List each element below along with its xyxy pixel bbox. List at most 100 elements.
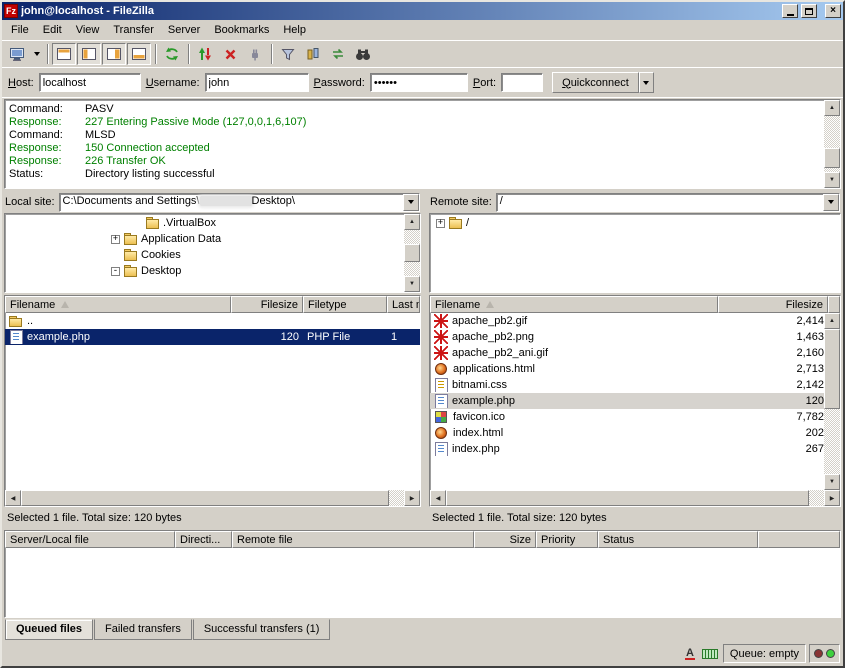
quickconnect-button[interactable]: Quickconnect xyxy=(552,72,639,93)
password-input[interactable] xyxy=(370,73,468,92)
tab-successful-transfers[interactable]: Successful transfers (1) xyxy=(193,619,331,640)
scrollbar-thumb[interactable] xyxy=(21,490,389,506)
directory-comparison-button[interactable] xyxy=(301,43,325,65)
scroll-down-button[interactable]: ▼ xyxy=(824,172,840,188)
tab-failed-transfers[interactable]: Failed transfers xyxy=(94,619,192,640)
expand-icon[interactable]: + xyxy=(111,235,120,244)
menu-transfer[interactable]: Transfer xyxy=(106,22,161,38)
remote-file-row[interactable]: favicon.ico 7,782 xyxy=(430,409,824,425)
folder-icon xyxy=(146,217,159,229)
remote-site-dropdown-button[interactable] xyxy=(823,194,839,211)
ico-file-icon xyxy=(435,411,447,423)
remote-file-row[interactable]: applications.html 2,713 xyxy=(430,361,824,377)
remote-list-scrollbar[interactable]: ▲ ▼ xyxy=(824,313,840,490)
scrollbar-track[interactable] xyxy=(824,116,840,172)
local-file-row-selected[interactable]: example.php 120 PHP File 1 xyxy=(5,329,420,345)
scroll-down-button[interactable]: ▼ xyxy=(824,474,840,490)
local-horizontal-scrollbar[interactable]: ◀ ▶ xyxy=(5,490,420,506)
scroll-right-button[interactable]: ▶ xyxy=(404,490,420,506)
disconnect-button[interactable] xyxy=(243,43,267,65)
tree-item[interactable]: Cookies xyxy=(5,247,404,263)
column-header-last-modified[interactable]: Last modified xyxy=(387,296,420,313)
scroll-down-button[interactable]: ▼ xyxy=(404,276,420,292)
toggle-message-log-button[interactable] xyxy=(52,43,76,65)
titlebar: Fz john@localhost - FileZilla × xyxy=(2,2,843,20)
queue-status-text: Queue: empty xyxy=(730,648,799,660)
username-input[interactable] xyxy=(205,73,309,92)
column-header-direction[interactable]: Directi... xyxy=(175,531,232,548)
scroll-left-icon: ◀ xyxy=(11,495,16,502)
menu-file[interactable]: File xyxy=(4,22,36,38)
menu-edit[interactable]: Edit xyxy=(36,22,69,38)
transfer-button[interactable] xyxy=(193,43,217,65)
keyboard-indicator xyxy=(700,645,720,663)
scrollbar-track[interactable] xyxy=(21,490,404,506)
remote-file-row[interactable]: apache_pb2.png 1,463 xyxy=(430,329,824,345)
scroll-up-button[interactable]: ▲ xyxy=(404,214,420,230)
port-input[interactable] xyxy=(501,73,543,92)
scroll-up-button[interactable]: ▲ xyxy=(824,100,840,116)
column-header-status[interactable]: Status xyxy=(598,531,758,548)
host-input[interactable] xyxy=(39,73,141,92)
tree-item[interactable]: +Application Data xyxy=(5,231,404,247)
column-header-remote-file[interactable]: Remote file xyxy=(232,531,474,548)
remote-file-row[interactable]: apache_pb2.gif 2,414 xyxy=(430,313,824,329)
log-scrollbar[interactable]: ▲ ▼ xyxy=(824,100,840,188)
scroll-left-button[interactable]: ◀ xyxy=(430,490,446,506)
toggle-remote-tree-button[interactable] xyxy=(102,43,126,65)
maximize-button[interactable] xyxy=(801,4,817,18)
local-site-combobox[interactable]: C:\Documents and Settings\Desktop\ xyxy=(59,193,420,212)
tree-item[interactable]: +/ xyxy=(430,215,840,231)
scrollbar-track[interactable] xyxy=(824,329,840,474)
scroll-up-button[interactable]: ▲ xyxy=(824,313,840,329)
quickconnect-dropdown-button[interactable] xyxy=(639,72,654,93)
filter-button[interactable] xyxy=(276,43,300,65)
log-lines: Command:PASV Response:227 Entering Passi… xyxy=(5,100,824,188)
scrollbar-track[interactable] xyxy=(446,490,824,506)
toggle-local-tree-button[interactable] xyxy=(77,43,101,65)
site-manager-dropdown-button[interactable] xyxy=(30,43,43,65)
menu-bookmarks[interactable]: Bookmarks xyxy=(207,22,276,38)
column-header-server-local-file[interactable]: Server/Local file xyxy=(5,531,175,548)
collapse-icon[interactable]: - xyxy=(111,267,120,276)
remote-file-row[interactable]: index.html 202 xyxy=(430,425,824,441)
menu-view[interactable]: View xyxy=(69,22,107,38)
minimize-button[interactable] xyxy=(782,4,798,18)
remote-site-combobox[interactable]: / xyxy=(496,193,840,212)
local-file-row[interactable]: .. xyxy=(5,313,420,329)
remote-file-row[interactable]: index.php 267 xyxy=(430,441,824,457)
scrollbar-thumb[interactable] xyxy=(446,490,809,506)
scrollbar-track[interactable] xyxy=(404,230,420,276)
remote-file-row[interactable]: bitnami.css 2,142 xyxy=(430,377,824,393)
scrollbar-thumb[interactable] xyxy=(824,329,840,409)
toggle-queue-button[interactable] xyxy=(127,43,151,65)
column-header-filesize[interactable]: Filesize xyxy=(231,296,303,313)
local-site-dropdown-button[interactable] xyxy=(403,194,419,211)
scrollbar-thumb[interactable] xyxy=(404,244,420,262)
column-header-filename[interactable]: Filename xyxy=(430,296,718,313)
local-tree-scrollbar[interactable]: ▲ ▼ xyxy=(404,214,420,292)
remote-file-row-selected[interactable]: example.php 120 xyxy=(430,393,824,409)
cancel-button[interactable] xyxy=(218,43,242,65)
refresh-button[interactable] xyxy=(160,43,184,65)
scroll-right-button[interactable]: ▶ xyxy=(824,490,840,506)
column-header-filename[interactable]: Filename xyxy=(5,296,231,313)
column-header-filetype[interactable]: Filetype xyxy=(303,296,387,313)
find-files-button[interactable] xyxy=(351,43,375,65)
column-header-priority[interactable]: Priority xyxy=(536,531,598,548)
tab-queued-files[interactable]: Queued files xyxy=(5,619,93,640)
menu-server[interactable]: Server xyxy=(161,22,207,38)
menu-help[interactable]: Help xyxy=(276,22,313,38)
column-header-filesize[interactable]: Filesize xyxy=(718,296,828,313)
remote-horizontal-scrollbar[interactable]: ◀ ▶ xyxy=(430,490,840,506)
expand-icon[interactable]: + xyxy=(436,219,445,228)
tree-item[interactable]: -Desktop xyxy=(5,263,404,279)
scrollbar-thumb[interactable] xyxy=(824,148,840,167)
remote-file-row[interactable]: apache_pb2_ani.gif 2,160 xyxy=(430,345,824,361)
scroll-left-button[interactable]: ◀ xyxy=(5,490,21,506)
column-header-size[interactable]: Size xyxy=(474,531,536,548)
synchronized-browsing-button[interactable] xyxy=(326,43,350,65)
site-manager-button[interactable] xyxy=(5,43,29,65)
close-button[interactable]: × xyxy=(825,4,841,18)
tree-item[interactable]: .VirtualBox xyxy=(5,215,404,231)
